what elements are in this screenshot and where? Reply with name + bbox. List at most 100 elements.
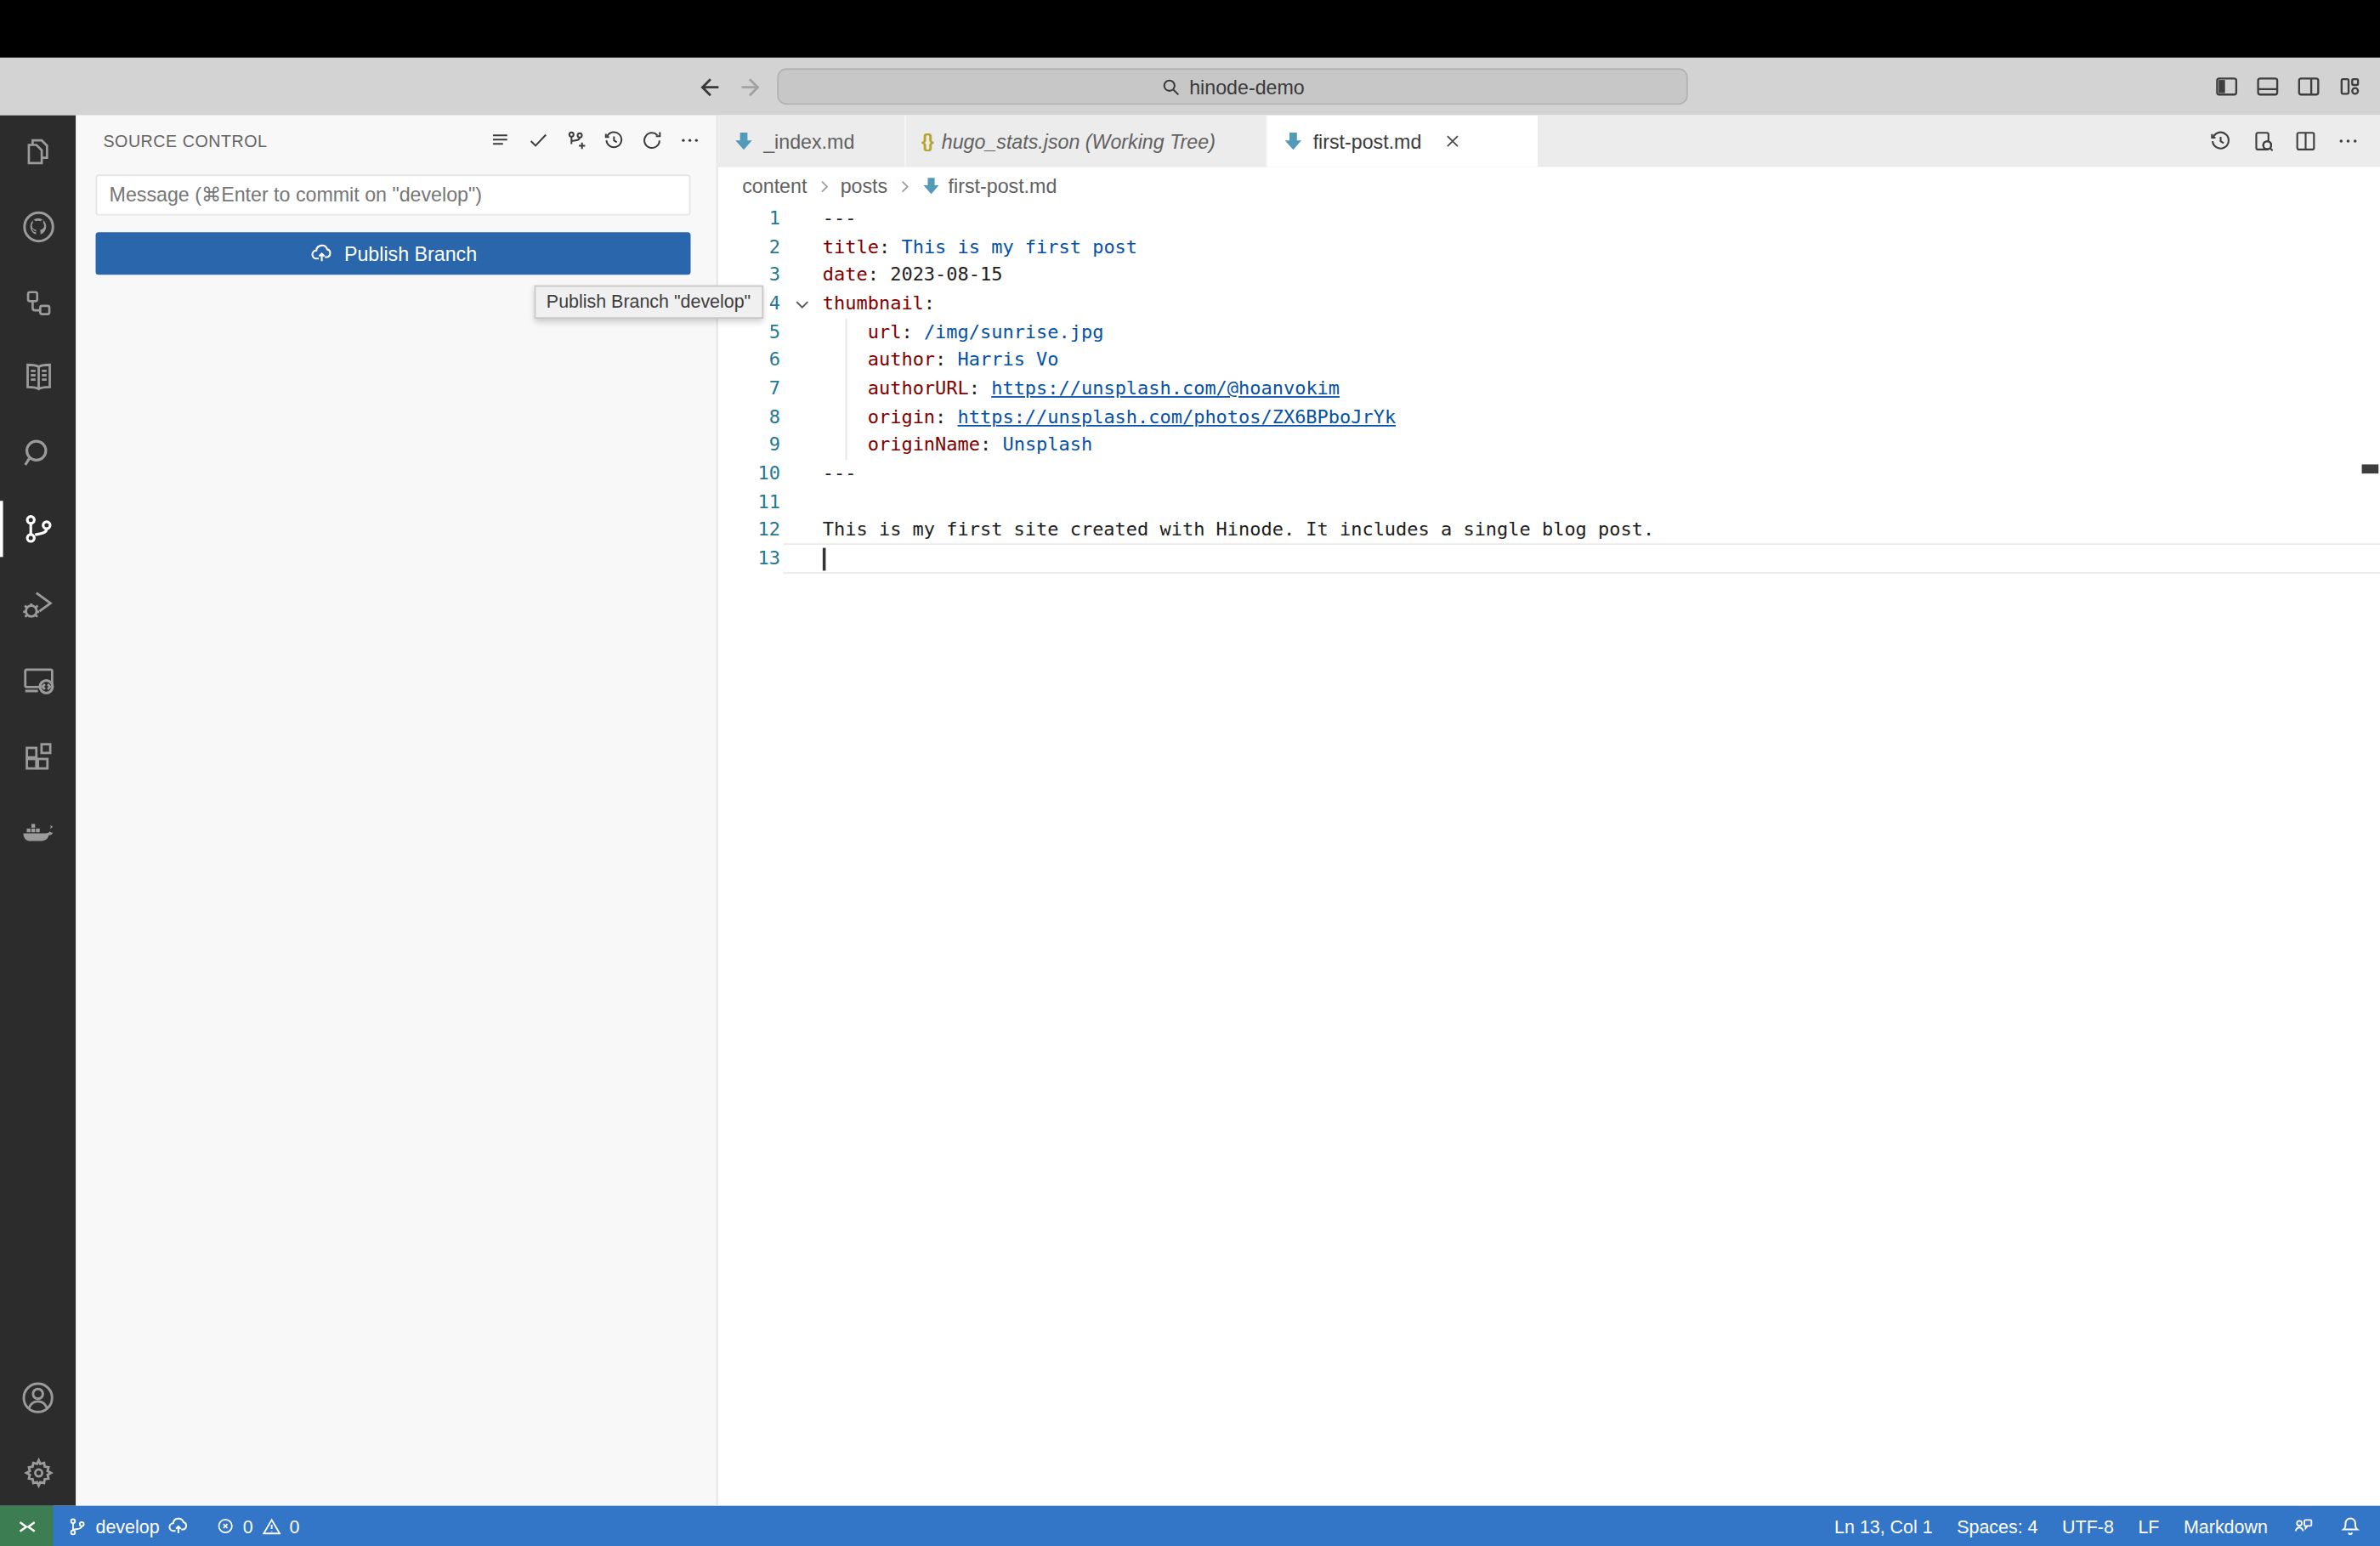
source-control-icon[interactable] <box>0 493 76 564</box>
create-branch-icon[interactable] <box>564 129 587 152</box>
fold-gutter <box>780 517 823 545</box>
code-line[interactable]: 5 url: /img/sunrise.jpg <box>718 318 2380 346</box>
code-line[interactable]: 11 <box>718 488 2380 516</box>
fold-gutter <box>780 488 823 516</box>
problems-status-item[interactable]: 0 0 <box>207 1505 309 1546</box>
chevron-right-icon <box>895 177 913 195</box>
eol-indicator[interactable]: LF <box>2126 1505 2172 1546</box>
docs-book-icon[interactable] <box>0 342 76 413</box>
breadcrumb-item[interactable]: first-post.md <box>949 174 1057 197</box>
publish-branch-button[interactable]: Publish Branch <box>95 232 690 275</box>
chevron-right-icon <box>814 177 832 195</box>
line-number: 2 <box>718 233 780 261</box>
breadcrumb-item[interactable]: posts <box>841 174 887 197</box>
extensions-icon[interactable] <box>0 721 76 792</box>
remote-icon <box>14 1514 39 1538</box>
encoding-indicator[interactable]: UTF-8 <box>2050 1505 2126 1546</box>
command-center-search[interactable]: hinode-demo <box>777 68 1687 105</box>
toggle-panel-icon[interactable] <box>2256 74 2281 99</box>
publish-branch-tooltip: Publish Branch "develop" <box>535 286 763 319</box>
split-editor-icon[interactable] <box>2293 129 2318 154</box>
commit-check-icon[interactable] <box>527 129 550 152</box>
open-changes-icon[interactable] <box>2251 129 2275 154</box>
line-number: 10 <box>718 460 780 488</box>
code-text: origin: https://unsplash.com/photos/ZX6B… <box>823 403 1396 431</box>
commit-message-input[interactable] <box>95 174 690 215</box>
markdown-file-icon <box>733 131 754 152</box>
screen-top-bar <box>0 0 2380 58</box>
code-line[interactable]: 6 author: Harris Vo <box>718 347 2380 375</box>
remote-indicator[interactable] <box>0 1505 53 1546</box>
run-and-debug-icon[interactable] <box>0 569 76 641</box>
explorer-icon[interactable] <box>0 116 76 187</box>
line-number: 5 <box>718 318 780 346</box>
remote-explorer-icon[interactable] <box>0 645 76 716</box>
activity-bar <box>0 116 76 1506</box>
fold-gutter <box>780 262 823 290</box>
close-tab-icon[interactable] <box>1442 132 1460 150</box>
tab-first-post-md[interactable]: first-post.md <box>1267 116 1538 167</box>
back-button[interactable] <box>695 58 721 116</box>
fold-gutter <box>780 375 823 403</box>
line-number: 6 <box>718 347 780 375</box>
vscode-window: hinode-demo <box>0 0 2380 1546</box>
code-text: thumbnail: <box>823 290 935 318</box>
code-line[interactable]: 8 origin: https://unsplash.com/photos/ZX… <box>718 403 2380 431</box>
language-indicator[interactable]: Markdown <box>2172 1505 2280 1546</box>
search-icon[interactable] <box>0 417 76 489</box>
cloud-upload-icon <box>309 241 334 266</box>
editor-group: _index.md {} hugo_stats.json (Working Tr… <box>718 116 2380 1506</box>
code-line[interactable]: 10 --- <box>718 460 2380 488</box>
more-actions-icon[interactable] <box>678 129 701 152</box>
code-line[interactable]: 4thumbnail: <box>718 290 2380 318</box>
code-line[interactable]: 12This is my first site created with Hin… <box>718 517 2380 545</box>
code-text: --- <box>823 460 857 488</box>
text-cursor <box>823 547 825 570</box>
code-line[interactable]: 3date: 2023-08-15 <box>718 262 2380 290</box>
notifications-bell-icon[interactable] <box>2326 1505 2380 1546</box>
code-line[interactable]: 2title: This is my first post <box>718 233 2380 261</box>
line-col-indicator[interactable]: Ln 13, Col 1 <box>1822 1505 1945 1546</box>
fold-chevron-icon[interactable] <box>780 290 823 318</box>
tab-index-md[interactable]: _index.md <box>718 116 906 167</box>
history-icon[interactable] <box>603 129 626 152</box>
code-text: url: /img/sunrise.jpg <box>823 318 1104 346</box>
forward-button[interactable] <box>740 58 765 116</box>
fold-gutter <box>780 460 823 488</box>
indentation-indicator[interactable]: Spaces: 4 <box>1945 1505 2050 1546</box>
timeline-icon[interactable] <box>2208 129 2233 154</box>
accounts-icon[interactable] <box>0 1362 76 1433</box>
code-text: author: Harris Vo <box>823 347 1059 375</box>
view-as-list-icon[interactable] <box>489 129 512 152</box>
refresh-icon[interactable] <box>641 129 664 152</box>
line-number: 7 <box>718 375 780 403</box>
toggle-secondary-sidebar-icon[interactable] <box>2297 74 2321 99</box>
settings-gear-icon[interactable] <box>0 1437 76 1509</box>
code-line[interactable]: 1--- <box>718 205 2380 233</box>
more-actions-icon[interactable] <box>2336 129 2360 154</box>
warnings-icon <box>261 1515 282 1537</box>
fold-gutter <box>780 347 823 375</box>
sidebar-source-control: SOURCE CONTROL Publish Branch <box>76 116 717 1506</box>
code-line[interactable]: 13 <box>718 545 2380 573</box>
customize-layout-icon[interactable] <box>2338 74 2362 99</box>
code-text: originName: Unsplash <box>823 432 1092 460</box>
docker-icon[interactable] <box>0 796 76 868</box>
errors-icon <box>216 1516 235 1536</box>
sidebar-title: SOURCE CONTROL <box>103 131 489 149</box>
cloud-upload-icon <box>167 1515 190 1538</box>
code-lines: 1---2title: This is my first post3date: … <box>718 205 2380 573</box>
code-text: date: 2023-08-15 <box>823 262 1003 290</box>
fold-gutter <box>780 205 823 233</box>
code-area[interactable]: 1---2title: This is my first post3date: … <box>718 205 2380 573</box>
tab-hugo-stats-json[interactable]: {} hugo_stats.json (Working Tree) <box>906 116 1267 167</box>
github-icon[interactable] <box>0 191 76 263</box>
references-icon[interactable] <box>0 267 76 338</box>
feedback-icon[interactable] <box>2280 1505 2326 1546</box>
code-line[interactable]: 9 originName: Unsplash <box>718 432 2380 460</box>
code-line[interactable]: 7 authorURL: https://unsplash.com/@hoanv… <box>718 375 2380 403</box>
code-text: authorURL: https://unsplash.com/@hoanvok… <box>823 375 1340 403</box>
toggle-primary-sidebar-icon[interactable] <box>2214 74 2239 99</box>
breadcrumb-item[interactable]: content <box>742 174 807 197</box>
branch-status-item[interactable]: develop <box>58 1505 199 1546</box>
